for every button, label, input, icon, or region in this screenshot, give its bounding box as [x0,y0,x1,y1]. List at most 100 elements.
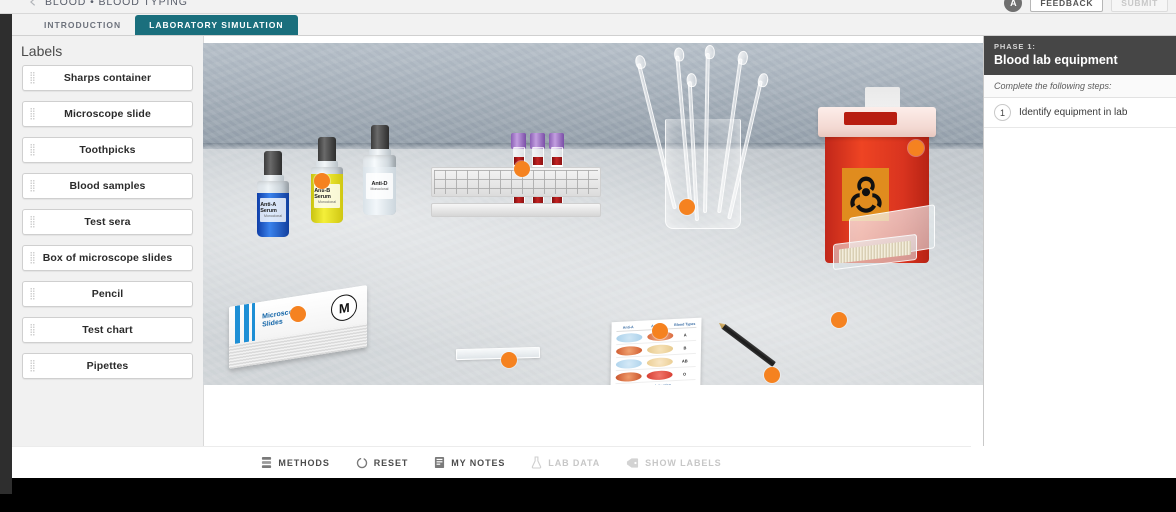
test-tube-rack[interactable]: 1 2 3 [431,133,601,243]
bottom-toolbar: METHODS RESET MY NOTES LAB DATA SHOW LAB… [12,446,971,478]
sharps-slot [843,112,898,125]
drag-handle-icon[interactable] [30,251,35,265]
slide-box-logo-icon: M [331,292,358,323]
pipette-beaker-group[interactable] [636,47,763,232]
hotspot-microscope-slide[interactable] [501,352,517,368]
submit-button[interactable]: SUBMIT [1111,0,1168,12]
rack-base [431,203,601,217]
test-chart-cell [616,345,643,356]
avatar[interactable]: A [1004,0,1023,12]
tab-bar: INTRODUCTION LABORATORY SIMULATION [12,14,1176,36]
drag-handle-icon[interactable] [30,359,35,373]
label-chip-text: Box of microscope slides [42,252,173,264]
toolbar-methods-button[interactable]: METHODS [261,456,329,469]
toothpicks [838,240,912,264]
label-chip-sharps-container[interactable]: Sharps container [22,65,193,91]
slide-box-stripe [244,303,250,343]
test-chart-type: B [683,344,687,351]
label-chip-pipettes[interactable]: Pipettes [22,353,193,379]
bottle-label: Anti-A Serum Monoclonal [260,197,286,223]
bottle-label-name: Anti-A Serum [260,202,277,215]
label-chip-pencil[interactable]: Pencil [22,281,193,307]
lab-scene[interactable]: Anti-A Serum Monoclonal Anti-B Serum Mon… [203,43,983,385]
step-number: 1 [994,104,1011,121]
phase-panel: PHASE 1: Blood lab equipment Complete th… [983,36,1176,446]
toolbar-label: SHOW LABELS [645,457,722,468]
toolbar-label: RESET [373,457,409,468]
phase-title: Blood lab equipment [994,53,1118,67]
bottle-cap [370,125,389,151]
hotspot-sharps-container[interactable] [908,140,924,156]
main-stage: Labels Sharps container Microscope slide… [12,36,1176,478]
toolbar-show-labels-button[interactable]: SHOW LABELS [626,457,721,469]
header-left-group: BLOOD • BLOOD TYPING [28,0,188,8]
phase-step-1[interactable]: 1 Identify equipment in lab [984,98,1176,128]
flask-icon [531,456,542,469]
drag-handle-icon[interactable] [30,215,35,229]
bottle-anti-a-serum[interactable]: Anti-A Serum Monoclonal [257,151,289,241]
glass-beaker [665,119,741,229]
label-chip-text: Pencil [91,288,124,300]
labels-panel-title: Labels [21,43,63,59]
test-chart-col-0: Anti-A [622,325,634,330]
test-chart-footer-right: Agglutination [646,383,672,385]
label-chip-text: Toothpicks [79,144,136,156]
back-chevron-icon[interactable] [28,0,38,7]
drag-handle-icon[interactable] [30,107,35,121]
toolbar-reset-button[interactable]: RESET [356,456,409,469]
sharps-lid [818,107,936,137]
bottle-body: Anti-D Monoclonal [363,155,396,215]
tab-laboratory-simulation[interactable]: LABORATORY SIMULATION [135,15,298,35]
toolbar-my-notes-button[interactable]: MY NOTES [434,456,505,469]
test-chart-cell [646,356,673,367]
drag-handle-icon[interactable] [30,143,35,157]
label-chip-text: Pipettes [86,360,129,372]
drag-handle-icon[interactable] [30,179,35,193]
reset-icon [356,456,368,469]
step-text: Identify equipment in lab [1019,107,1128,118]
left-rail [0,0,12,494]
app-header: BLOOD • BLOOD TYPING A FEEDBACK SUBMIT [0,0,1176,14]
simulation-app: BLOOD • BLOOD TYPING A FEEDBACK SUBMIT I… [0,0,1176,512]
label-chip-blood-samples[interactable]: Blood samples [22,173,193,199]
page-title: BLOOD • BLOOD TYPING [45,0,188,8]
tag-icon [626,457,639,469]
phase-header: PHASE 1: Blood lab equipment [984,36,1176,75]
header-right-group: A FEEDBACK SUBMIT [1004,0,1168,12]
bottle-label: Anti-D Monoclonal [366,173,393,200]
drag-handle-icon[interactable] [30,71,35,85]
tab-introduction[interactable]: INTRODUCTION [30,15,135,35]
test-chart-type: AB [681,357,688,364]
label-chip-toothpicks[interactable]: Toothpicks [22,137,193,163]
labels-panel: Labels Sharps container Microscope slide… [12,36,204,446]
test-chart-cell [616,332,643,343]
drag-handle-icon[interactable] [30,323,35,337]
toolbar-lab-data-button[interactable]: LAB DATA [531,456,600,469]
label-chip-text: Sharps container [63,72,152,84]
bottle-label-sub: Monoclonal [264,214,282,219]
hotspot-test-chart[interactable] [652,323,668,339]
hotspot-test-sera[interactable] [314,173,330,189]
hotspot-toothpicks[interactable] [831,312,847,328]
microscope-slide[interactable] [455,346,541,361]
phase-kicker: PHASE 1: [994,42,1036,51]
label-chip-test-chart[interactable]: Test chart [22,317,193,343]
hotspot-blood-samples[interactable] [514,161,530,177]
label-chip-text: Test chart [82,324,133,336]
bottle-cap [318,137,336,163]
hotspot-pencil[interactable] [764,367,780,383]
label-chip-test-sera[interactable]: Test sera [22,209,193,235]
bottle-label-name: Anti-B Serum [314,188,331,201]
drag-handle-icon[interactable] [30,287,35,301]
bottle-body: Anti-A Serum Monoclonal [257,181,289,237]
bottle-anti-d[interactable]: Anti-D Monoclonal [363,125,396,221]
hotspot-box-of-microscope-slides[interactable] [290,306,306,322]
feedback-button[interactable]: FEEDBACK [1030,0,1104,12]
label-chip-box-of-microscope-slides[interactable]: Box of microscope slides [22,245,193,271]
label-chip-microscope-slide[interactable]: Microscope slide [22,101,193,127]
test-chart-type: O [682,370,687,377]
hotspot-pipettes[interactable] [679,199,695,215]
toolbar-label: LAB DATA [548,457,601,468]
toolbar-label: METHODS [278,457,330,468]
sharps-container-group[interactable] [818,87,936,271]
